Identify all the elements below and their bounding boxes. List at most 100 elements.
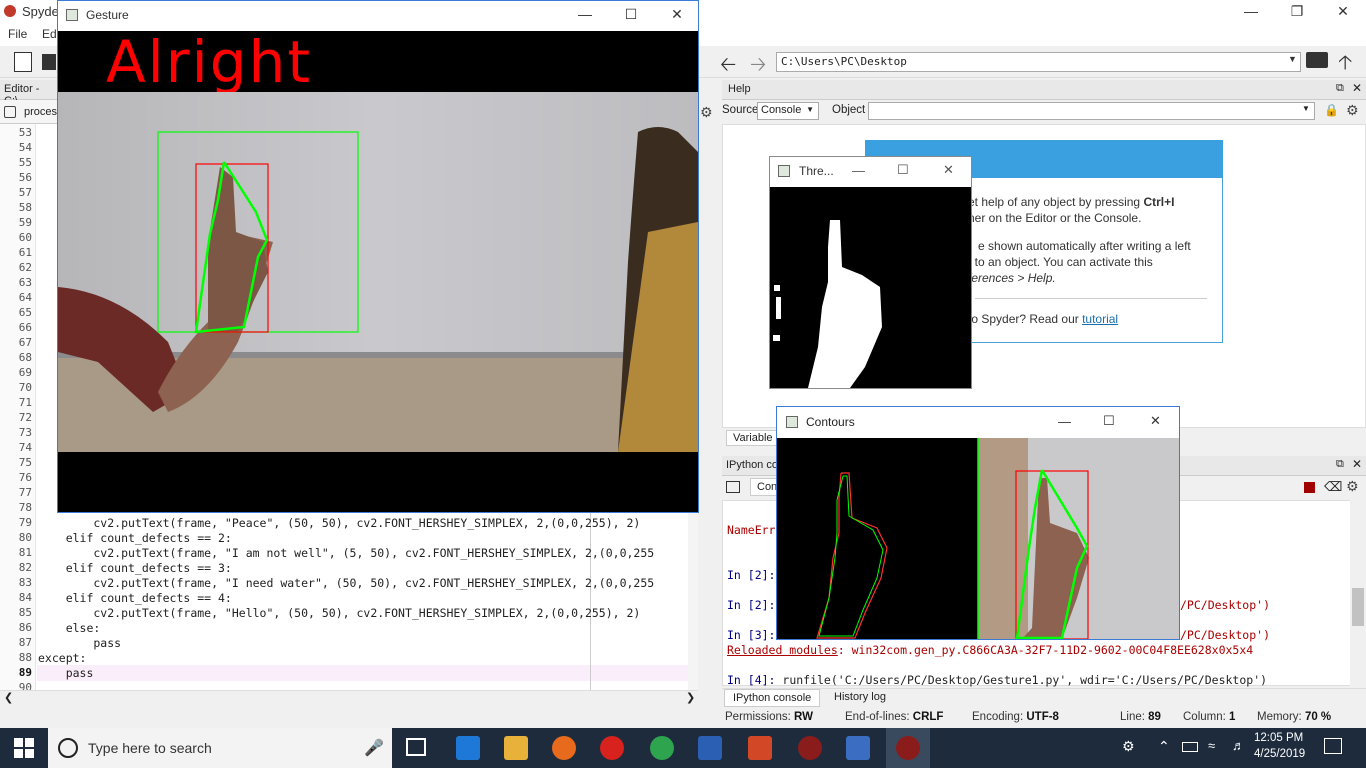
spyder-icon[interactable] <box>798 736 822 760</box>
console-path-3: /PC/Desktop') <box>1180 628 1271 642</box>
editor-horizontal-scrollbar[interactable]: ❮ ❯ <box>0 690 698 706</box>
clock-time[interactable]: 12:05 PM <box>1254 732 1303 744</box>
folder-icon[interactable] <box>726 481 740 493</box>
editor-pane-header: Editor - C:\ <box>0 80 58 107</box>
undock-icon[interactable]: ⧉ <box>1336 458 1344 471</box>
volume-icon[interactable]: ♬ <box>1232 738 1245 753</box>
microphone-icon[interactable]: 🎤 <box>364 738 384 758</box>
window-app-icon <box>778 165 790 177</box>
minimize-icon[interactable]: — <box>1058 414 1071 429</box>
help-text-4: t to an object. You can activate this <box>968 255 1153 269</box>
object-input[interactable] <box>868 102 1315 120</box>
tab-ipython-console[interactable]: IPython console <box>724 689 821 707</box>
line-number: 88 <box>18 651 32 664</box>
back-arrow-icon[interactable]: 🡠 <box>720 50 736 84</box>
maximize-icon[interactable]: ☐ <box>897 162 909 178</box>
code-line-84: elif count_defects == 4: <box>38 591 232 605</box>
gesture-title: Gesture <box>86 8 129 22</box>
working-directory-input[interactable]: C:\Users\PC\Desktop <box>776 52 1301 72</box>
new-file-icon[interactable] <box>14 52 32 72</box>
forward-arrow-icon[interactable]: 🡢 <box>750 50 766 84</box>
battery-icon[interactable] <box>1182 742 1198 752</box>
file-explorer-icon[interactable] <box>504 736 528 760</box>
editor-tab-filename[interactable]: proces <box>24 106 57 118</box>
close-icon[interactable]: ✕ <box>1320 0 1366 24</box>
notifications-icon[interactable] <box>1324 738 1342 754</box>
task-view-icon[interactable] <box>406 738 426 756</box>
close-icon[interactable]: ✕ <box>654 3 700 27</box>
gear-icon[interactable]: ⚙ <box>700 104 713 121</box>
lock-icon[interactable]: 🔒 <box>1324 103 1339 117</box>
maximize-icon[interactable]: ☐ <box>608 3 654 27</box>
console-reloaded-modules: Reloaded modules: win32com.gen_py.C866CA… <box>727 643 1254 657</box>
threshold-title: Thre... <box>799 164 834 178</box>
windows-start-icon[interactable] <box>14 738 34 758</box>
camera-frame-image <box>58 92 698 452</box>
close-icon[interactable]: ✕ <box>1150 413 1161 429</box>
minimize-icon[interactable]: — <box>562 3 608 27</box>
edge-icon[interactable] <box>456 736 480 760</box>
status-eol: End-of-lines: CRLF <box>845 711 944 723</box>
file-browse-icon[interactable] <box>4 106 16 118</box>
line-number: 63 <box>18 276 32 289</box>
maximize-icon[interactable]: ☐ <box>1103 413 1115 429</box>
line-number: 89 <box>18 666 32 679</box>
line-number: 73 <box>18 426 32 439</box>
status-line: Line: 89 <box>1120 711 1161 723</box>
close-icon[interactable]: ✕ <box>943 162 954 178</box>
object-label: Object <box>832 104 866 116</box>
code-line-88: except: <box>38 651 87 665</box>
line-number: 57 <box>18 186 32 199</box>
powerpoint-icon[interactable] <box>748 736 772 760</box>
console-prompt-4: In [4]: runfile('C:/Users/PC/Desktop/Ges… <box>727 673 1268 687</box>
eraser-icon[interactable]: ⌫ <box>1324 479 1342 495</box>
chevron-down-icon[interactable]: ▼ <box>1288 54 1297 64</box>
line-number: 68 <box>18 351 32 364</box>
chevron-down-icon[interactable]: ▼ <box>1302 104 1310 113</box>
line-number: 58 <box>18 201 32 214</box>
help-close-icon[interactable]: ✕ <box>1352 81 1362 95</box>
line-number: 76 <box>18 471 32 484</box>
minimize-icon[interactable]: — <box>1228 0 1274 24</box>
scroll-right-icon[interactable]: ❯ <box>686 691 695 704</box>
opera-icon[interactable] <box>600 736 624 760</box>
spyder-active-icon[interactable] <box>896 736 920 760</box>
statusbar <box>0 708 1366 730</box>
wifi-icon[interactable]: ≈ <box>1208 738 1215 753</box>
chevron-down-icon: ▼ <box>806 105 814 114</box>
line-number: 62 <box>18 261 32 274</box>
gear-icon[interactable]: ⚙ <box>1346 102 1359 119</box>
camera-frame <box>58 92 698 452</box>
firefox-icon[interactable] <box>552 736 576 760</box>
help-divider <box>975 298 1207 299</box>
people-icon[interactable]: ⚙ <box>1122 738 1135 755</box>
search-icon <box>58 738 78 758</box>
stop-icon[interactable] <box>1304 482 1315 493</box>
undock-icon[interactable]: ⧉ <box>1336 82 1344 95</box>
word-icon[interactable] <box>698 736 722 760</box>
chevron-up-icon[interactable]: ⌃ <box>1158 738 1170 755</box>
restore-icon[interactable]: ❐ <box>1274 0 1320 24</box>
line-number: 53 <box>18 126 32 139</box>
minimize-icon[interactable]: — <box>852 163 865 178</box>
chrome-icon[interactable] <box>650 736 674 760</box>
console-scroll-thumb[interactable] <box>1352 588 1364 626</box>
menu-file[interactable]: File <box>8 27 27 41</box>
parent-directory-icon[interactable]: 🡡 <box>1338 48 1352 82</box>
line-number: 70 <box>18 381 32 394</box>
line-number: 59 <box>18 216 32 229</box>
clock-date[interactable]: 4/25/2019 <box>1254 748 1305 760</box>
browse-folder-icon[interactable] <box>1306 52 1328 68</box>
line-number: 78 <box>18 501 32 514</box>
contours-title: Contours <box>806 415 855 429</box>
tab-history-log[interactable]: History log <box>826 689 894 707</box>
scroll-left-icon[interactable]: ❮ <box>4 691 13 704</box>
console-prompt-2a: In [2]: <box>727 568 776 582</box>
gesture-bottom-band <box>58 452 698 512</box>
tutorial-link[interactable]: tutorial <box>1082 312 1118 326</box>
ipython-close-icon[interactable]: ✕ <box>1352 457 1362 471</box>
gear-icon[interactable]: ⚙ <box>1346 478 1359 495</box>
devcpp-icon[interactable] <box>846 736 870 760</box>
open-file-icon[interactable] <box>42 54 56 70</box>
source-select[interactable]: Console ▼ <box>757 102 819 120</box>
